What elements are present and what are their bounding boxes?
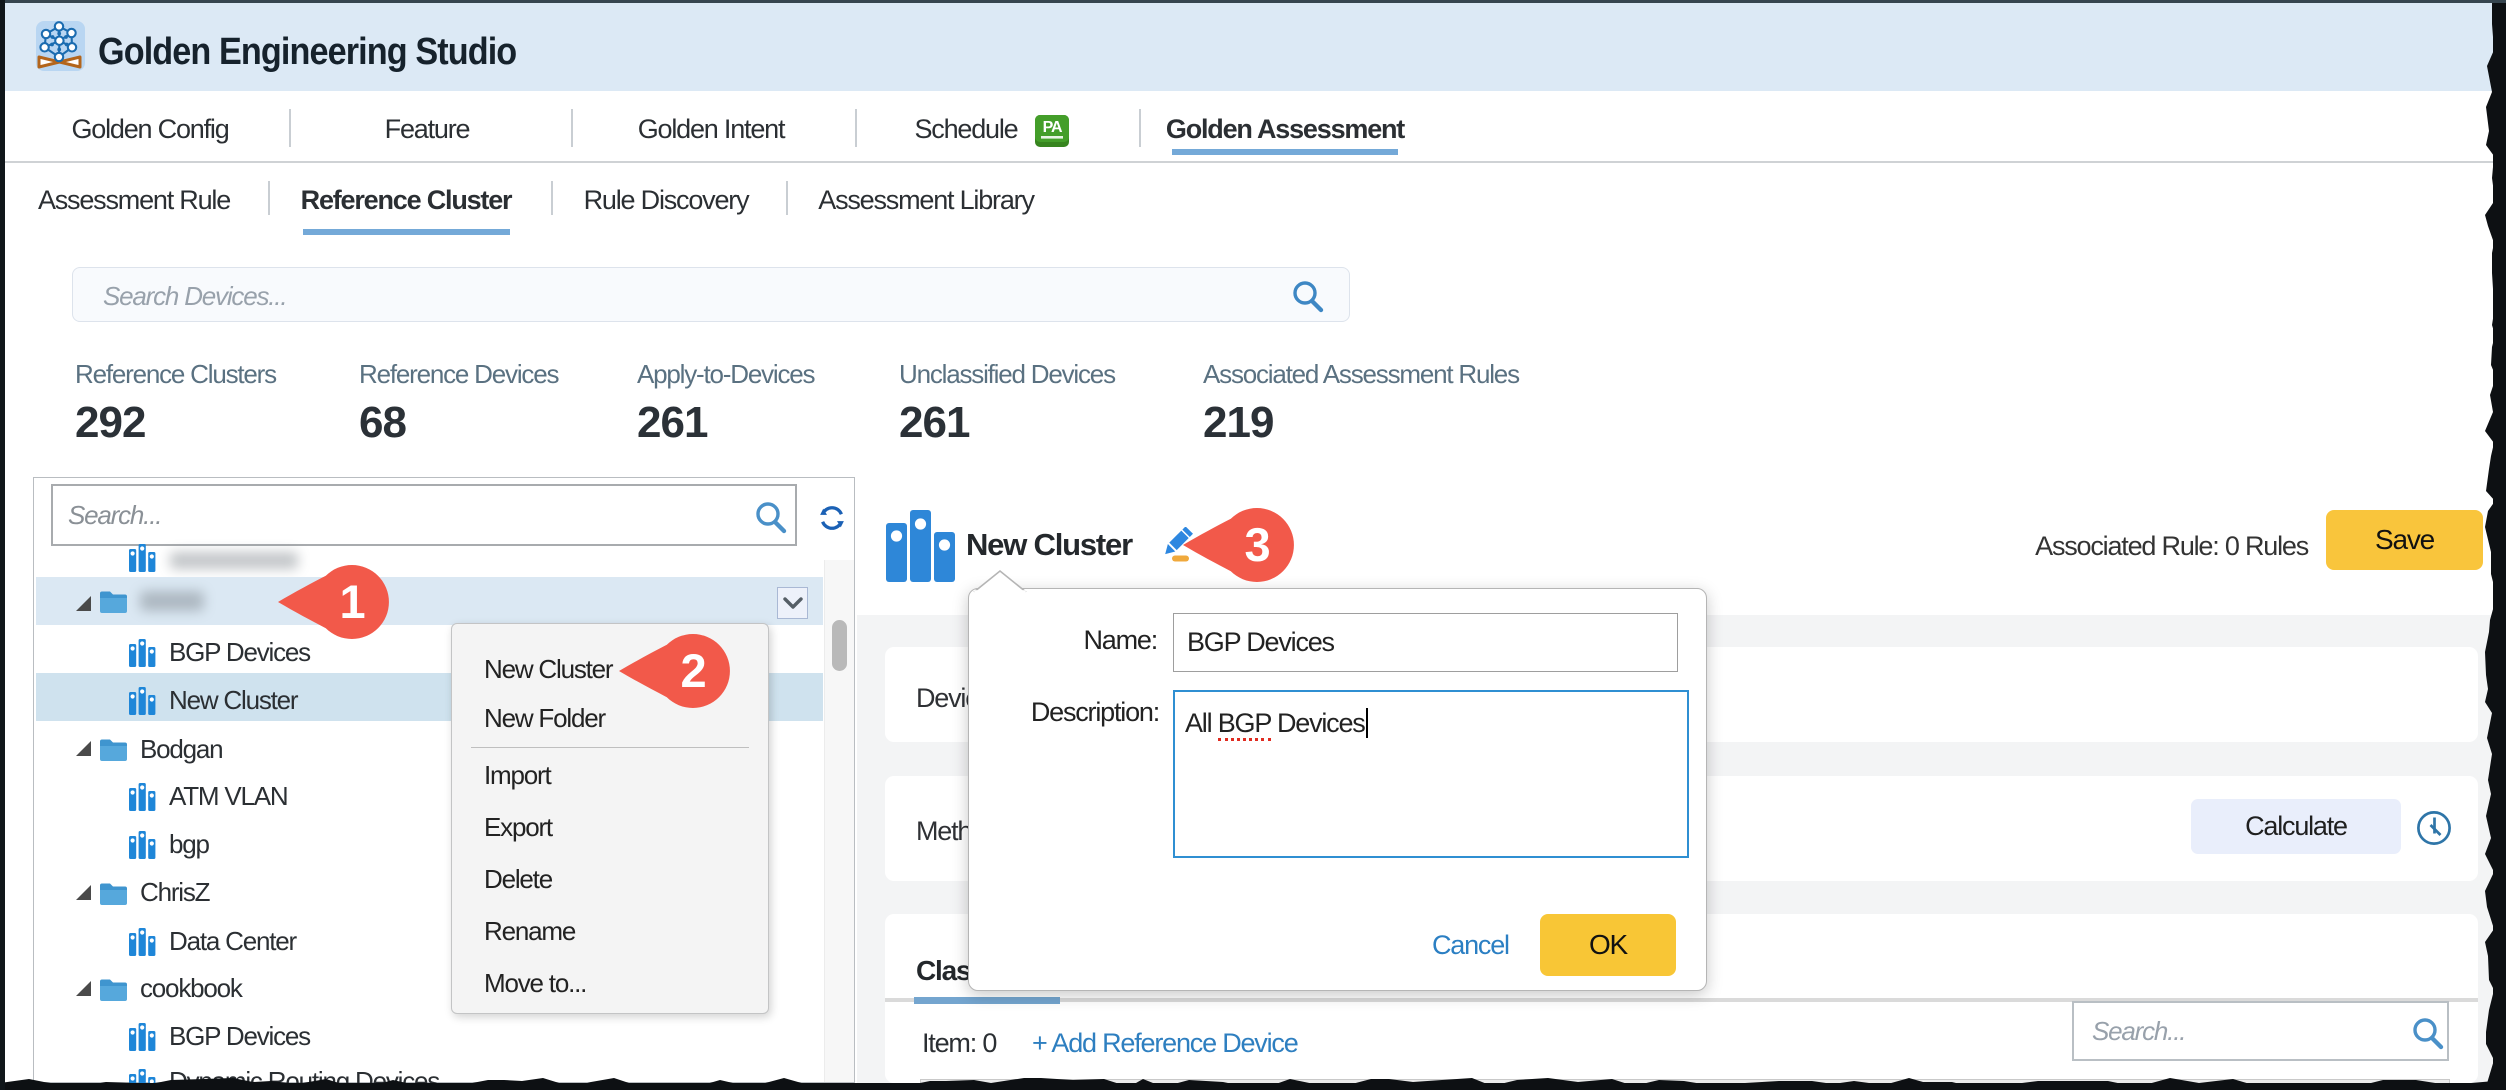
svg-text:PA: PA	[1043, 119, 1063, 136]
svg-text:3: 3	[1245, 518, 1270, 571]
svg-text:2: 2	[681, 644, 706, 697]
svg-text:1: 1	[340, 575, 365, 628]
